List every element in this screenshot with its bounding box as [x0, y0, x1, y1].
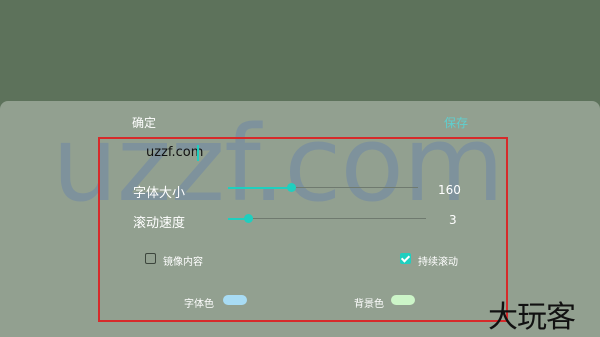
mirror-content-checkbox[interactable] — [145, 253, 156, 264]
font-size-slider-fill — [228, 187, 291, 189]
font-color-label: 字体色 — [184, 299, 214, 310]
font-size-value: 160 — [438, 183, 461, 197]
text-input[interactable]: uzzf.com — [146, 145, 203, 160]
mirror-content-label: 镜像内容 — [163, 257, 203, 268]
scroll-speed-value: 3 — [449, 213, 457, 227]
scroll-speed-slider-track[interactable] — [228, 218, 426, 219]
scroll-speed-label: 滚动速度 — [133, 216, 186, 231]
scroll-speed-slider-thumb[interactable] — [244, 214, 253, 223]
background-color-label: 背景色 — [354, 299, 384, 310]
site-logo: 大玩客 — [488, 300, 576, 335]
text-cursor — [197, 145, 199, 161]
save-button[interactable]: 保存 — [444, 114, 468, 131]
continuous-scroll-checkbox[interactable] — [400, 253, 411, 264]
font-size-slider-thumb[interactable] — [287, 183, 296, 192]
font-size-label: 字体大小 — [133, 186, 186, 201]
font-color-swatch[interactable] — [223, 295, 247, 305]
confirm-button[interactable]: 确定 — [132, 114, 156, 131]
background-color-swatch[interactable] — [391, 295, 415, 305]
continuous-scroll-label: 持续滚动 — [418, 257, 458, 268]
